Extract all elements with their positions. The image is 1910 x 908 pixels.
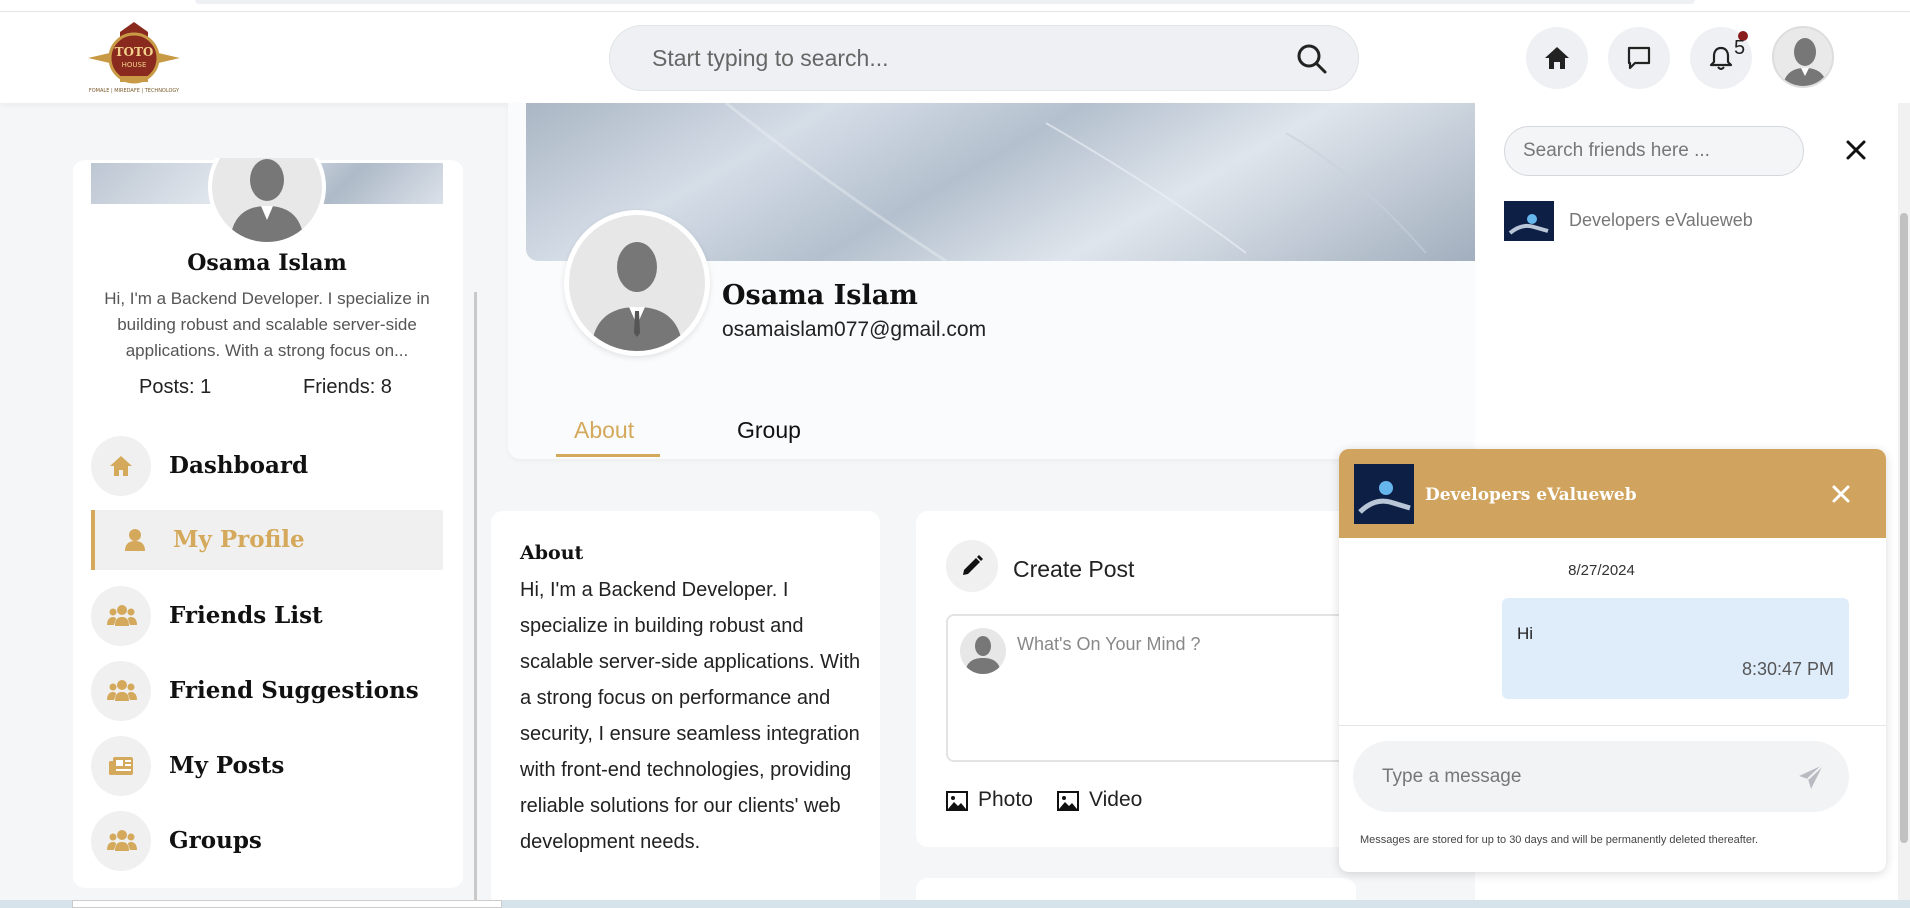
page-scrollbar[interactable] [1898, 103, 1910, 908]
chat-window: Developers eValueweb 8/27/2024 Hi 8:30:4… [1339, 449, 1886, 872]
site-logo[interactable]: TOTO HOUSE FOMALE | MIREDAFE | TECHNOLOG… [84, 18, 184, 98]
profile-email: osamaislam077@gmail.com [722, 318, 987, 341]
chat-bubble-icon [1627, 46, 1651, 70]
photo-label: Photo [978, 788, 1033, 811]
logo-tagline: FOMALE | MIREDAFE | TECHNOLOGY [88, 88, 180, 94]
top-header: TOTO HOUSE FOMALE | MIREDAFE | TECHNOLOG… [0, 12, 1910, 103]
sidebar-item-icon-wrap [91, 436, 151, 496]
bottom-strip [0, 900, 1910, 908]
home-button[interactable] [1526, 27, 1588, 89]
posts-count: Posts: 1 [139, 376, 212, 398]
profile-name: Osama Islam [722, 280, 918, 311]
chat-title: Developers eValueweb [1425, 485, 1637, 505]
about-text: Hi, I'm a Backend Developer. I specializ… [520, 579, 861, 853]
browser-top-strip [0, 0, 1910, 12]
friends-search[interactable] [1504, 126, 1804, 176]
sidebar-item-label: My Posts [169, 752, 285, 779]
chat-date: 8/27/2024 [1568, 562, 1635, 579]
chat-message-text: Hi [1517, 624, 1534, 643]
image-icon [1057, 791, 1079, 811]
create-post-button[interactable] [946, 540, 998, 592]
sidebar-item-label: My Profile [173, 526, 305, 553]
sidebar-item-my-posts[interactable]: My Posts [91, 736, 443, 796]
avatar-silhouette-icon [1782, 38, 1828, 86]
sidebar-item-icon-wrap [91, 736, 151, 796]
avatar-silhouette-icon [965, 636, 1001, 674]
about-title: About [520, 542, 584, 564]
sidebar-item-friends-list[interactable]: Friends List [91, 586, 443, 646]
create-post-title: Create Post [1013, 556, 1135, 582]
users-icon [107, 605, 137, 626]
sidebar-item-label: Dashboard [169, 452, 309, 479]
sidebar-user-bio: Hi, I'm a Backend Developer. I specializ… [104, 289, 430, 360]
sidebar-item-label: Friends List [169, 602, 323, 629]
global-search[interactable] [609, 25, 1359, 91]
avatar-silhouette-icon [230, 159, 304, 242]
sidebar-item-label: Friend Suggestions [169, 677, 419, 704]
send-icon[interactable] [1797, 763, 1825, 791]
bell-icon [1709, 46, 1733, 70]
close-icon[interactable] [1844, 138, 1868, 162]
chat-composer[interactable] [1353, 741, 1849, 812]
photo-button[interactable]: Photo [946, 788, 1056, 818]
user-icon [125, 529, 145, 551]
chat-message-input[interactable] [1382, 741, 1782, 812]
post-composer-placeholder[interactable]: What's On Your Mind ? [1017, 634, 1201, 655]
friends-search-input[interactable] [1523, 127, 1793, 175]
sidebar-item-icon-wrap [91, 661, 151, 721]
sidebar-item-label: Groups [169, 827, 262, 854]
avatar-silhouette-icon [591, 242, 683, 351]
close-icon[interactable] [1831, 484, 1851, 504]
sidebar-item-dashboard[interactable]: Dashboard [91, 436, 443, 496]
post-author-avatar [960, 628, 1006, 674]
tab-group[interactable]: Group [737, 417, 801, 444]
robot-hand-image [1354, 464, 1414, 524]
sidebar-user-name: Osama Islam [187, 250, 347, 276]
page-scrollbar-thumb[interactable] [1900, 213, 1908, 843]
top-strip-pill [195, 0, 1695, 4]
bottom-strip-segment [72, 900, 502, 908]
chat-avatar [1354, 464, 1414, 524]
home-icon [1545, 47, 1569, 69]
home-icon [110, 456, 132, 476]
sidebar-item-icon-wrap [91, 586, 151, 646]
pencil-icon [963, 555, 983, 575]
video-button[interactable]: Video [1057, 788, 1167, 818]
sidebar-scrollbar[interactable] [474, 292, 477, 902]
friends-count: Friends: 8 [303, 376, 392, 398]
chat-header: Developers eValueweb [1339, 449, 1886, 538]
sidebar-item-groups[interactable]: Groups [91, 811, 443, 871]
friend-name[interactable]: Developers eValueweb [1569, 210, 1753, 231]
robot-hand-image [1504, 201, 1554, 241]
chat-message: Hi 8:30:47 PM [1502, 598, 1849, 699]
svg-text:TOTO: TOTO [115, 45, 154, 59]
newspaper-icon [109, 757, 133, 775]
messages-button[interactable] [1608, 27, 1670, 89]
friend-avatar[interactable] [1504, 201, 1554, 241]
sidebar-item-friend-suggestions[interactable]: Friend Suggestions [91, 661, 443, 721]
chat-divider [1339, 725, 1886, 726]
sidebar-item-my-profile[interactable]: My Profile [91, 510, 443, 570]
image-icon [946, 791, 968, 811]
chat-message-time: 8:30:47 PM [1741, 659, 1834, 679]
video-label: Video [1089, 788, 1143, 811]
users-icon [107, 830, 137, 851]
active-tab-indicator [556, 454, 660, 457]
svg-text:HOUSE: HOUSE [122, 61, 147, 69]
sidebar-item-icon-wrap [105, 510, 165, 570]
users-icon [107, 680, 137, 701]
user-avatar[interactable] [1772, 26, 1834, 88]
sidebar-avatar [208, 158, 326, 246]
search-icon[interactable] [1296, 43, 1328, 75]
sidebar-item-icon-wrap [91, 811, 151, 871]
notification-count: 5 [1734, 37, 1746, 59]
global-search-input[interactable] [652, 26, 1272, 90]
profile-avatar[interactable] [564, 210, 710, 356]
chat-retention-note: Messages are stored for up to 30 days an… [1360, 834, 1759, 846]
tab-about[interactable]: About [574, 417, 634, 444]
logo-graphic: TOTO HOUSE [88, 22, 180, 84]
